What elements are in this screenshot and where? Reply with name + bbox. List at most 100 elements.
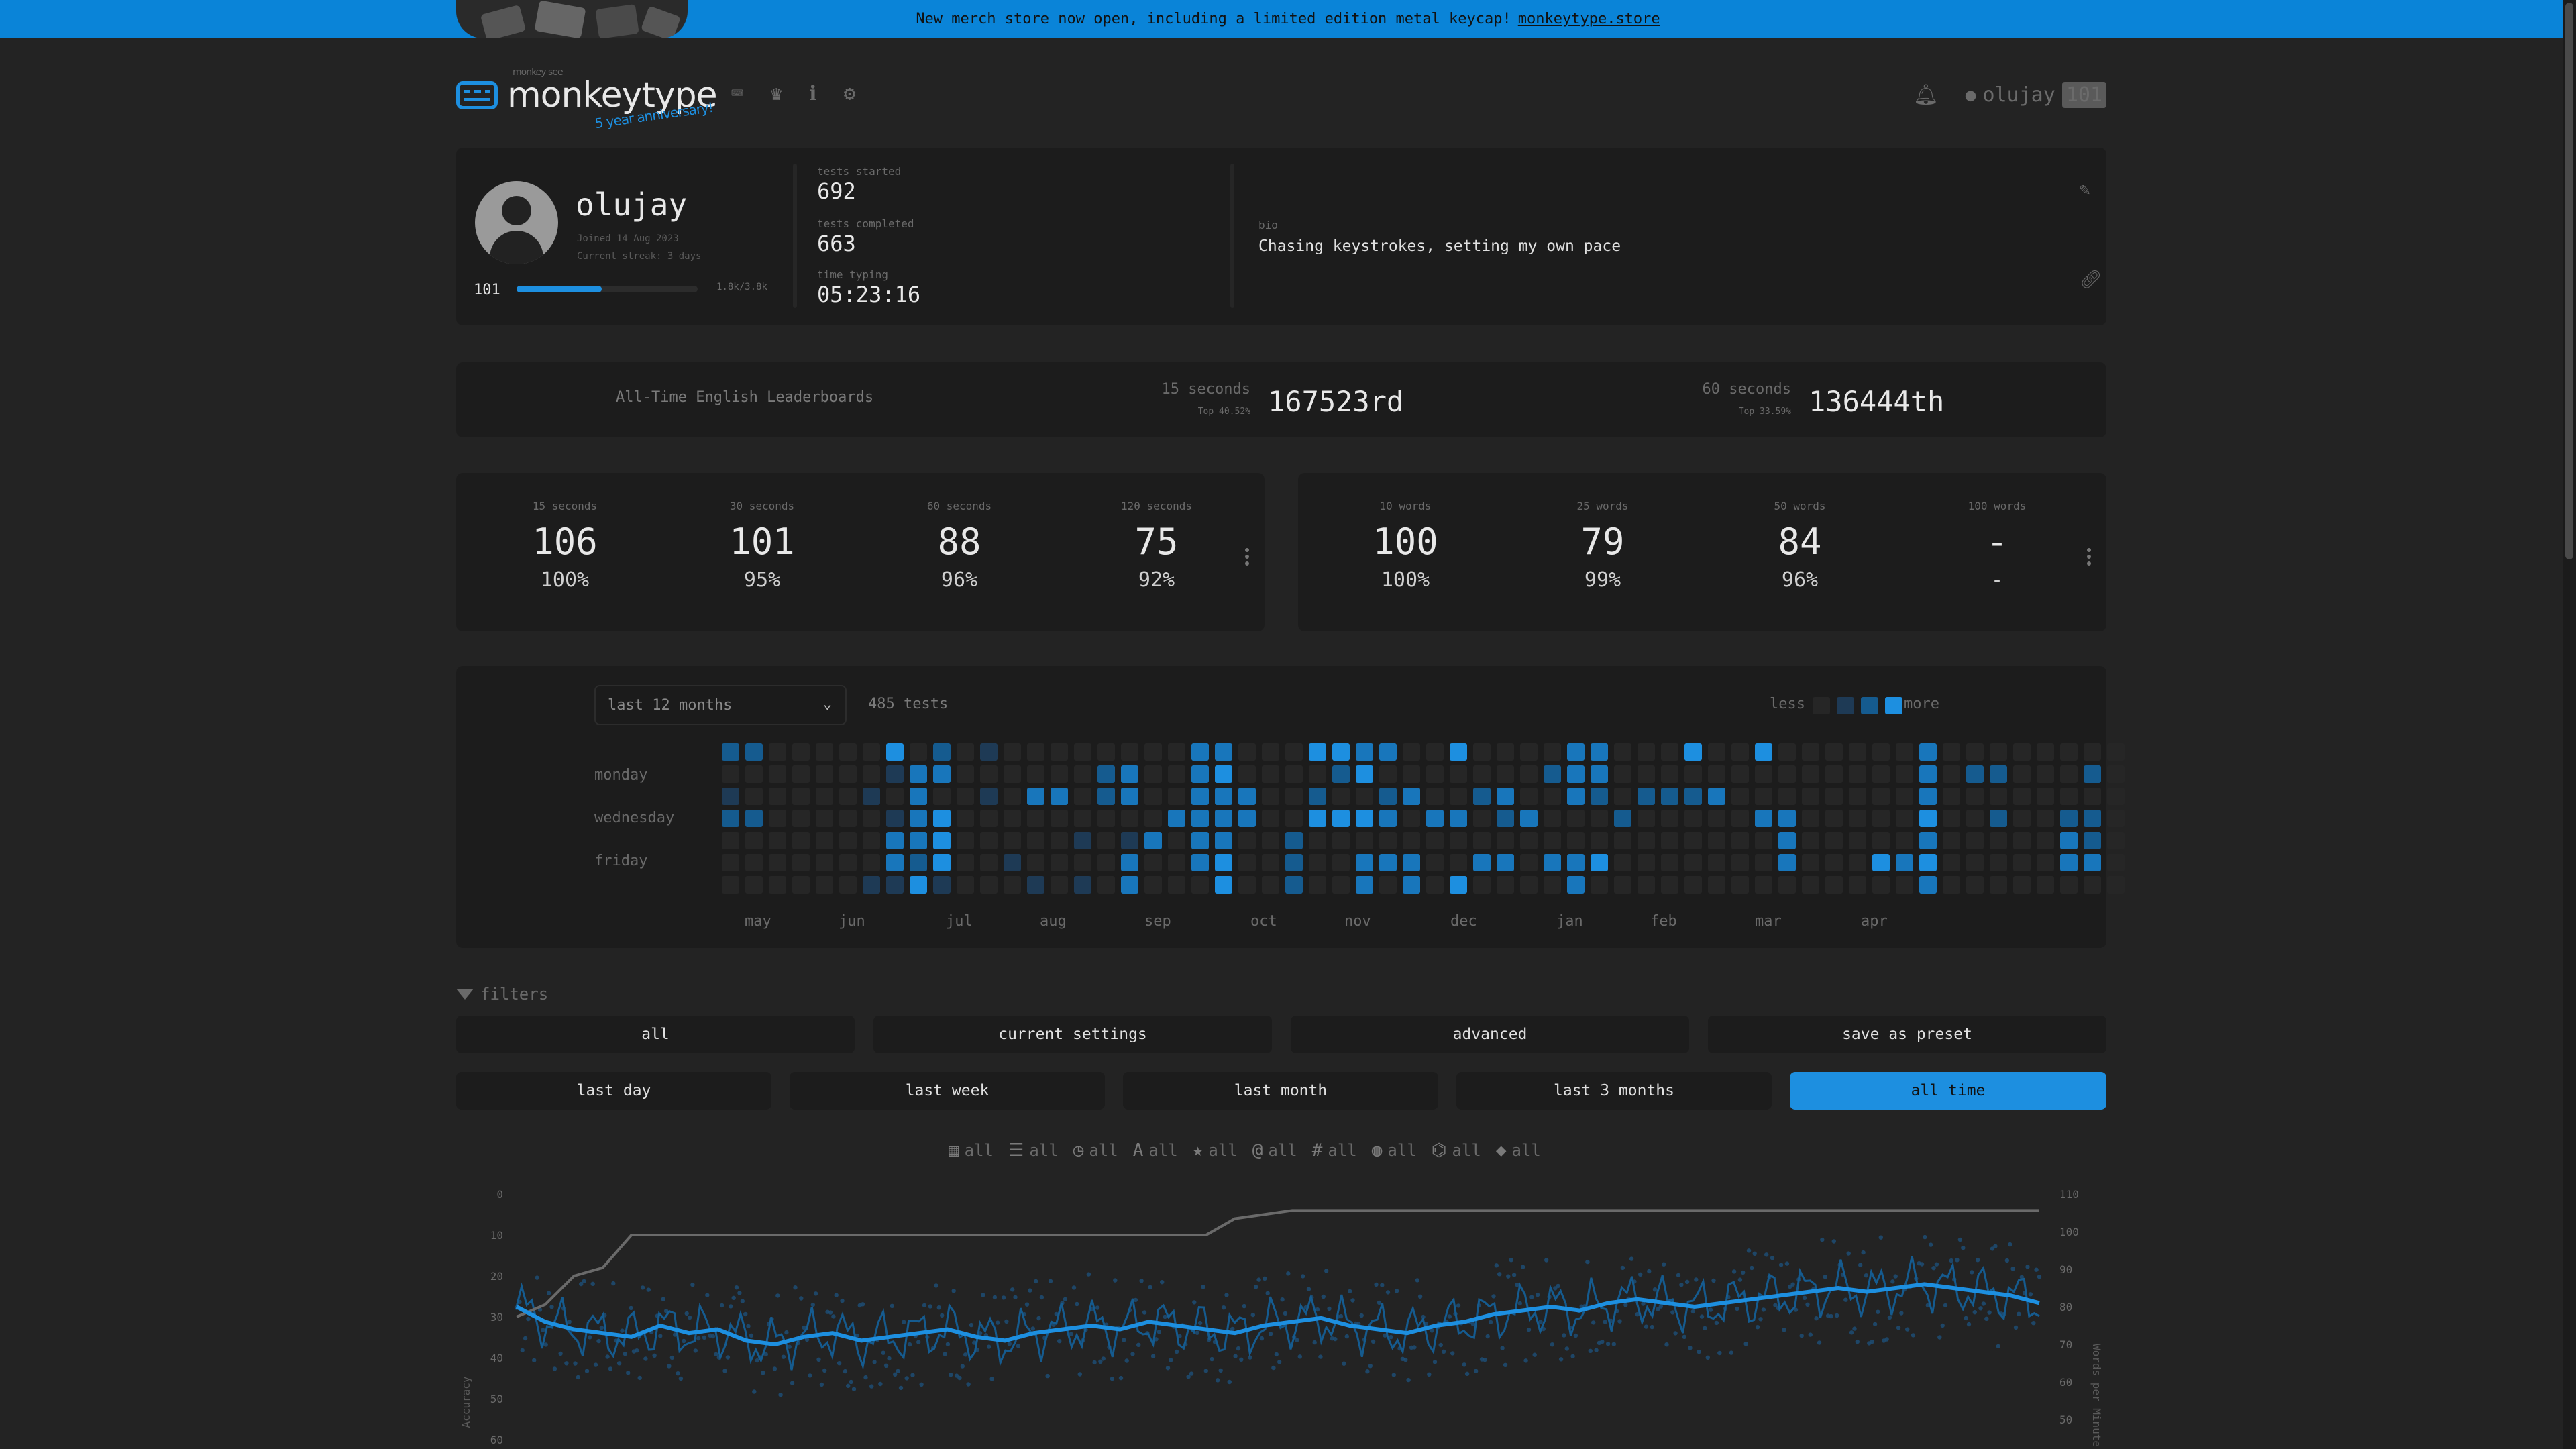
heatmap-day[interactable]: [1262, 810, 1279, 827]
heatmap-day[interactable]: [863, 788, 880, 805]
heatmap-day[interactable]: [1849, 743, 1866, 761]
heatmap-day[interactable]: [1825, 810, 1843, 827]
more-options-icon[interactable]: [2087, 545, 2092, 568]
heatmap-day[interactable]: [1309, 765, 1326, 783]
heatmap-day[interactable]: [1215, 876, 1232, 894]
heatmap-day[interactable]: [1473, 743, 1491, 761]
heatmap-day[interactable]: [1356, 810, 1373, 827]
filter-chip-mode[interactable]: ☰ all: [1008, 1140, 1059, 1161]
heatmap-day[interactable]: [1051, 876, 1068, 894]
heatmap-day[interactable]: [1379, 854, 1397, 871]
heatmap-day[interactable]: [1450, 876, 1467, 894]
range-last-3-months[interactable]: last 3 months: [1456, 1072, 1772, 1110]
heatmap-day[interactable]: [1638, 788, 1655, 805]
heatmap-day[interactable]: [1332, 810, 1350, 827]
heatmap-day[interactable]: [1825, 788, 1843, 805]
edit-icon[interactable]: ✎: [2080, 180, 2090, 200]
heatmap-day[interactable]: [863, 854, 880, 871]
heatmap-day[interactable]: [1497, 854, 1514, 871]
heatmap-day[interactable]: [1825, 876, 1843, 894]
heatmap-day[interactable]: [1426, 876, 1444, 894]
heatmap-day[interactable]: [1379, 765, 1397, 783]
heatmap-day[interactable]: [2107, 765, 2125, 783]
heatmap-day[interactable]: [957, 743, 974, 761]
heatmap-day[interactable]: [1567, 854, 1585, 871]
heatmap-day[interactable]: [2107, 854, 2125, 871]
heatmap-day[interactable]: [1426, 765, 1444, 783]
heatmap-day[interactable]: [2060, 832, 2078, 849]
heatmap-day[interactable]: [1403, 788, 1420, 805]
heatmap-day[interactable]: [722, 876, 739, 894]
heatmap-day[interactable]: [1661, 854, 1678, 871]
heatmap-day[interactable]: [1215, 832, 1232, 849]
heatmap-day[interactable]: [2084, 810, 2101, 827]
heatmap-day[interactable]: [1731, 832, 1749, 849]
heatmap-day[interactable]: [1520, 765, 1538, 783]
heatmap-day[interactable]: [886, 765, 904, 783]
heatmap-day[interactable]: [839, 743, 857, 761]
heatmap-day[interactable]: [792, 743, 810, 761]
heatmap-day[interactable]: [1591, 854, 1608, 871]
heatmap-day[interactable]: [722, 743, 739, 761]
heatmap-day[interactable]: [1473, 788, 1491, 805]
heatmap-day[interactable]: [1097, 743, 1115, 761]
heatmap-day[interactable]: [1591, 876, 1608, 894]
heatmap-day[interactable]: [1379, 743, 1397, 761]
heatmap-day[interactable]: [1285, 743, 1303, 761]
heatmap-day[interactable]: [1591, 743, 1608, 761]
heatmap-day[interactable]: [910, 876, 927, 894]
heatmap-day[interactable]: [722, 765, 739, 783]
save-preset-button[interactable]: save as preset: [1708, 1016, 2106, 1053]
heatmap-day[interactable]: [792, 810, 810, 827]
heatmap-day[interactable]: [1262, 854, 1279, 871]
heatmap-day[interactable]: [863, 765, 880, 783]
heatmap-day[interactable]: [1755, 810, 1772, 827]
heatmap-day[interactable]: [1356, 854, 1373, 871]
heatmap-day[interactable]: [1450, 832, 1467, 849]
heatmap-day[interactable]: [1262, 743, 1279, 761]
heatmap-day[interactable]: [1473, 765, 1491, 783]
heatmap-day[interactable]: [933, 832, 951, 849]
heatmap-day[interactable]: [2013, 743, 2031, 761]
heatmap-day[interactable]: [1379, 832, 1397, 849]
filter-chip-punctuation[interactable]: @ all: [1252, 1140, 1297, 1161]
heatmap-day[interactable]: [1708, 743, 1725, 761]
heatmap-day[interactable]: [1191, 854, 1209, 871]
heatmap-day[interactable]: [816, 832, 833, 849]
heatmap-day[interactable]: [1379, 810, 1397, 827]
heatmap-day[interactable]: [2060, 876, 2078, 894]
heatmap-day[interactable]: [1450, 765, 1467, 783]
heatmap-day[interactable]: [2084, 765, 2101, 783]
heatmap-day[interactable]: [910, 854, 927, 871]
heatmap-day[interactable]: [1966, 788, 1984, 805]
heatmap-day[interactable]: [1990, 765, 2007, 783]
heatmap-day[interactable]: [1778, 788, 1796, 805]
filter-chip-words[interactable]: Aall: [1133, 1140, 1178, 1161]
heatmap-day[interactable]: [1591, 765, 1608, 783]
heatmap-day[interactable]: [1802, 765, 1819, 783]
heatmap-day[interactable]: [1215, 810, 1232, 827]
heatmap-day[interactable]: [769, 743, 786, 761]
heatmap-day[interactable]: [1332, 788, 1350, 805]
heatmap-day[interactable]: [886, 854, 904, 871]
heatmap-day[interactable]: [1731, 743, 1749, 761]
heatmap-day[interactable]: [1825, 854, 1843, 871]
heatmap-day[interactable]: [1497, 743, 1514, 761]
pb-cell[interactable]: 25 words 79 99%: [1536, 500, 1670, 592]
pb-cell[interactable]: 30 seconds 101 95%: [695, 500, 829, 592]
heatmap-day[interactable]: [1638, 765, 1655, 783]
heatmap-day[interactable]: [1614, 876, 1631, 894]
heatmap-day[interactable]: [769, 765, 786, 783]
heatmap-day[interactable]: [1661, 788, 1678, 805]
heatmap-day[interactable]: [1872, 854, 1890, 871]
heatmap-day[interactable]: [957, 876, 974, 894]
heatmap-day[interactable]: [1943, 832, 1960, 849]
heatmap-day[interactable]: [910, 788, 927, 805]
heatmap-day[interactable]: [1591, 832, 1608, 849]
heatmap-day[interactable]: [1027, 765, 1044, 783]
banner-store-link[interactable]: monkeytype.store: [1518, 11, 1660, 28]
heatmap-day[interactable]: [1684, 788, 1702, 805]
heatmap-day[interactable]: [2037, 788, 2054, 805]
heatmap-day[interactable]: [1238, 765, 1256, 783]
heatmap-day[interactable]: [1004, 743, 1021, 761]
